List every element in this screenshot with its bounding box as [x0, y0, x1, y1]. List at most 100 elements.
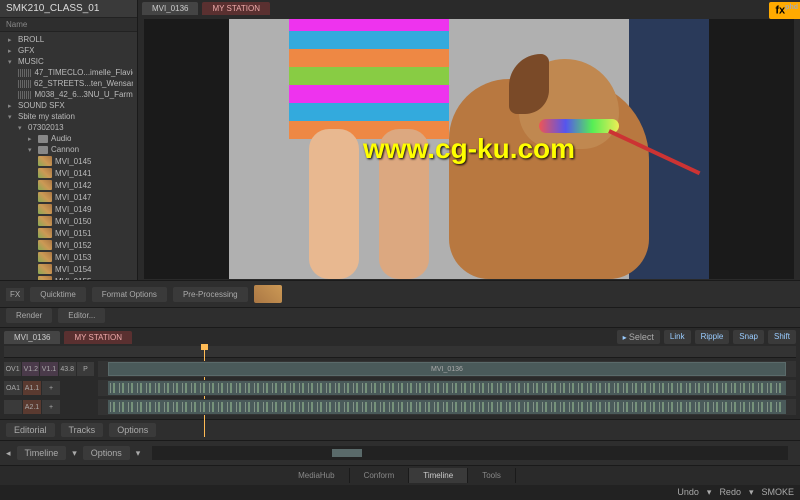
fx-thumbnail[interactable]	[254, 285, 282, 303]
timeline-tab[interactable]: MY STATION	[64, 331, 132, 344]
viewer-tab[interactable]: MY STATION	[202, 2, 270, 15]
waveform-icon	[18, 80, 31, 88]
thumbnail-icon	[38, 240, 52, 250]
tree-clip-video[interactable]: MVI_0141	[0, 167, 137, 179]
workspace-tab-tools[interactable]: Tools	[468, 468, 516, 483]
tree-clip-video[interactable]: MVI_0152	[0, 239, 137, 251]
preprocessing-button[interactable]: Pre-Processing	[173, 287, 248, 302]
chevron-down-icon[interactable]: ▾	[72, 448, 77, 459]
redo-dropdown-icon[interactable]: ▾	[749, 487, 754, 498]
track-v1-2-toggle[interactable]: V1.2	[22, 362, 39, 376]
mini-clip[interactable]	[332, 449, 362, 457]
snap-toggle[interactable]: Snap	[733, 330, 764, 344]
audio-track-body[interactable]	[98, 399, 796, 415]
tree-clip-audio[interactable]: 47_TIMECLO...imelle_Flavio	[0, 67, 137, 78]
options-button[interactable]: Options	[109, 423, 156, 437]
timeline-tab[interactable]: MVI_0136	[4, 331, 60, 344]
bottom-toolbar-2: ◂ Timeline ▾ Options ▾	[0, 440, 800, 465]
track-a1-toggle[interactable]: A1.1	[23, 381, 41, 395]
thumbnail-icon	[38, 192, 52, 202]
tree-clip-video[interactable]: MVI_0147	[0, 191, 137, 203]
audio-track: OA1 A1.1 +	[4, 379, 796, 397]
thumbnail-icon	[38, 228, 52, 238]
workspace-tab-conform[interactable]: Conform	[350, 468, 410, 483]
track-p-toggle[interactable]: P	[77, 362, 94, 376]
tree-clip-video[interactable]: MVI_0149	[0, 203, 137, 215]
bottom-toolbar: Editorial Tracks Options	[0, 419, 800, 440]
audio-track-body[interactable]	[98, 380, 796, 396]
track-oa-toggle[interactable]: OA1	[4, 381, 22, 395]
tree-folder[interactable]: ▸GFX	[0, 45, 137, 56]
select-mode-button[interactable]: ▸ Select	[617, 330, 660, 344]
track-a2-toggle[interactable]: A2.1	[23, 400, 41, 414]
workspace-tab-timeline[interactable]: Timeline	[409, 468, 468, 483]
audio-clip[interactable]	[108, 381, 786, 395]
thumbnail-icon	[38, 180, 52, 190]
tree-clip-video[interactable]: MVI_0142	[0, 179, 137, 191]
smoke-label: SMOKE	[761, 487, 794, 498]
disclosure-icon: ▸	[8, 102, 15, 110]
fx-toolbar-2: Render Editor...	[0, 307, 800, 327]
waveform-icon	[18, 69, 31, 77]
tree-clip-audio[interactable]: M038_42_6...3NU_U_Farms	[0, 89, 137, 100]
tree-folder[interactable]: ▸Audio	[0, 133, 137, 144]
video-clip[interactable]: MVI_0136	[108, 362, 786, 376]
tree-folder[interactable]: ▾MUSIC	[0, 56, 137, 67]
chevron-left-icon[interactable]: ◂	[6, 448, 11, 459]
tree-clip-audio[interactable]: 62_STREETS...ten_Wensarth	[0, 78, 137, 89]
tree-folder[interactable]: ▾Sbite my station	[0, 111, 137, 122]
disclosure-icon: ▸	[8, 47, 15, 55]
disclosure-icon: ▸	[28, 135, 35, 143]
thumbnail-icon	[38, 204, 52, 214]
disclosure-icon: ▸	[8, 36, 15, 44]
track-v1-1-toggle[interactable]: V1.1	[40, 362, 57, 376]
format-options-button[interactable]: Format Options	[92, 287, 167, 302]
timeline-panel: MVI_0136 MY STATION ▸ Select Link Ripple…	[0, 327, 800, 419]
options-button-2[interactable]: Options	[83, 446, 130, 460]
waveform-icon	[18, 91, 31, 99]
tree-clip-video[interactable]: MVI_0150	[0, 215, 137, 227]
audio-clip[interactable]	[108, 400, 786, 414]
render-button[interactable]: Render	[6, 308, 52, 323]
tree-folder[interactable]: ▸BROLL	[0, 34, 137, 45]
link-toggle[interactable]: Link	[664, 330, 691, 344]
video-track-body[interactable]: MVI_0136	[98, 361, 796, 377]
workspace-tabs: MediaHubConformTimelineTools	[0, 465, 800, 485]
timeline-button[interactable]: Timeline	[17, 446, 67, 460]
tree-clip-video[interactable]: MVI_0153	[0, 251, 137, 263]
tree-clip-video[interactable]: MVI_0151	[0, 227, 137, 239]
track-ov-toggle[interactable]: OV1	[4, 362, 21, 376]
tree-folder[interactable]: ▸SOUND SFX	[0, 100, 137, 111]
thumbnail-icon	[38, 264, 52, 274]
viewer[interactable]: www.cg-ku.com	[144, 19, 794, 279]
chevron-down-icon[interactable]: ▾	[136, 448, 141, 459]
tree-folder[interactable]: ▾Cannon	[0, 144, 137, 155]
undo-button[interactable]: Undo	[677, 487, 699, 498]
video-track: OV1 V1.2 V1.1 43.8 P MVI_0136	[4, 360, 796, 378]
thumbnail-icon	[38, 216, 52, 226]
viewer-tab[interactable]: MVI_0136	[142, 2, 198, 15]
ripple-toggle[interactable]: Ripple	[695, 330, 730, 344]
editorial-button[interactable]: Editorial	[6, 423, 55, 437]
shift-toggle[interactable]: Shift	[768, 330, 796, 344]
folder-icon	[38, 135, 48, 143]
folder-icon	[38, 146, 48, 154]
quicktime-button[interactable]: Quicktime	[30, 287, 86, 302]
undo-dropdown-icon[interactable]: ▾	[707, 487, 712, 498]
name-column-header[interactable]: Name	[0, 18, 137, 32]
mini-timeline[interactable]	[152, 446, 788, 460]
waveform-icon	[110, 383, 784, 393]
track-src-toggle[interactable]: 43.8	[59, 362, 76, 376]
tree-folder[interactable]: ▾07302013	[0, 122, 137, 133]
disclosure-icon: ▾	[18, 124, 25, 132]
editor-button[interactable]: Editor...	[58, 308, 105, 323]
tree-clip-video[interactable]: MVI_0145	[0, 155, 137, 167]
fx-toolbar: FX Quicktime Format Options Pre-Processi…	[0, 280, 800, 307]
tracks-button[interactable]: Tracks	[61, 423, 104, 437]
redo-button[interactable]: Redo	[719, 487, 741, 498]
thumbnail-icon	[38, 252, 52, 262]
workspace-tab-mediahub[interactable]: MediaHub	[284, 468, 349, 483]
tree-clip-video[interactable]: MVI_0154	[0, 263, 137, 275]
timeline-ruler[interactable]	[4, 346, 796, 358]
fx-label: FX	[6, 288, 24, 301]
